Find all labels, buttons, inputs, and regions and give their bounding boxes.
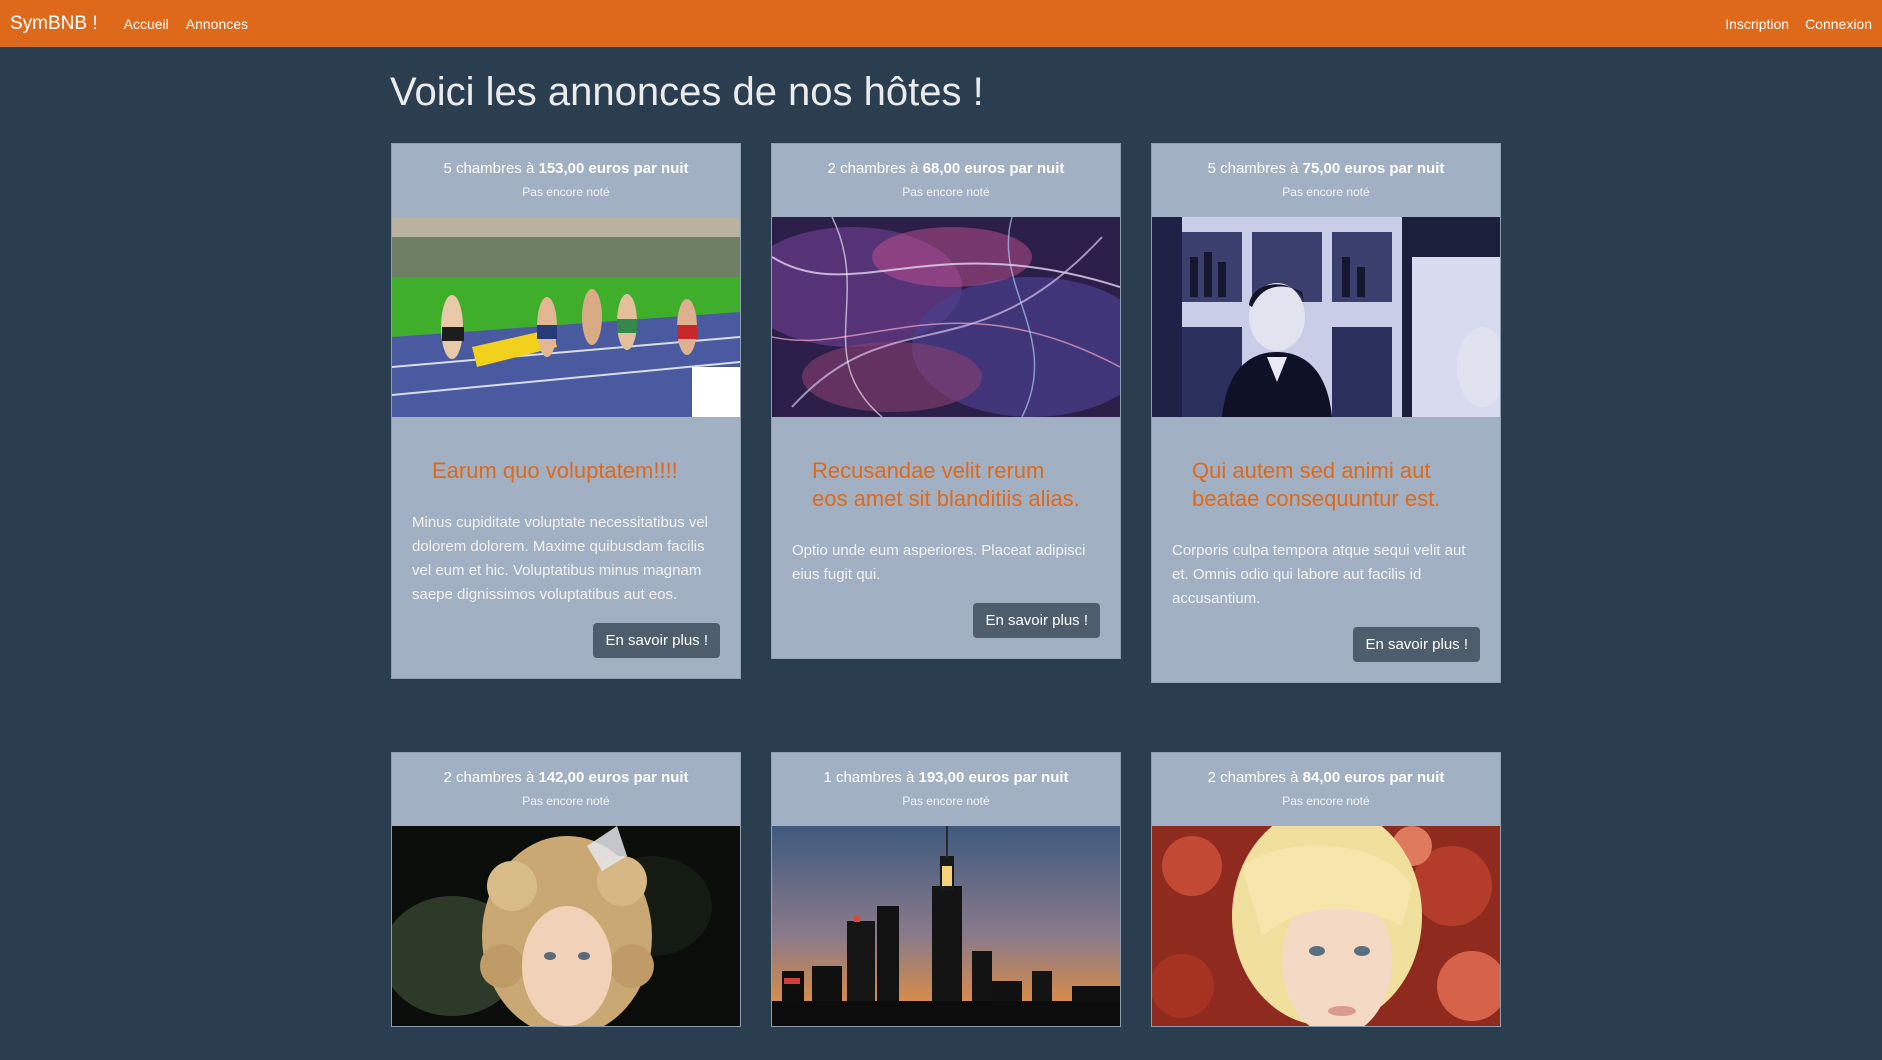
ad-card: 2 chambres à 84,00 euros par nuit Pas en… — [1151, 752, 1501, 1027]
price-text: 153,00 euros par nuit — [538, 160, 689, 177]
curly-girl-photo[interactable] — [392, 826, 740, 1026]
price-text: 84,00 euros par nuit — [1302, 769, 1445, 786]
rooms-text: 2 chambres à — [827, 160, 923, 177]
rooms-text: 2 chambres à — [443, 769, 539, 786]
card-header: 5 chambres à 153,00 euros par nuit Pas e… — [392, 144, 740, 217]
top-navbar: SymBNB ! Accueil Annonces Inscription Co… — [0, 0, 1882, 47]
ad-card: 2 chambres à 142,00 euros par nuit Pas e… — [391, 752, 741, 1027]
card-description: Optio unde eum asperiores. Placeat adipi… — [792, 542, 1086, 583]
card-title[interactable]: Earum quo voluptatem!!!! — [412, 457, 720, 485]
read-more-button[interactable]: En savoir plus ! — [1353, 627, 1480, 662]
rating-text: Pas encore noté — [522, 794, 610, 808]
nav-link-connexion[interactable]: Connexion — [1805, 16, 1872, 32]
price-line: 2 chambres à 84,00 euros par nuit — [1152, 768, 1500, 788]
card-body: Earum quo voluptatem!!!! Minus cupiditat… — [392, 417, 740, 678]
price-line: 5 chambres à 75,00 euros par nuit — [1152, 159, 1500, 179]
price-text: 142,00 euros par nuit — [538, 769, 689, 786]
card-body: Qui autem sed animi aut beatae consequun… — [1152, 417, 1500, 682]
nav-right-group: Inscription Connexion — [1709, 16, 1872, 32]
price-text: 68,00 euros par nuit — [922, 160, 1065, 177]
card-description: Minus cupiditate voluptate necessitatibu… — [412, 514, 709, 603]
button-row: En savoir plus ! — [412, 623, 720, 658]
rooms-text: 1 chambres à — [823, 769, 919, 786]
price-line: 2 chambres à 68,00 euros par nuit — [772, 159, 1120, 179]
price-line: 5 chambres à 153,00 euros par nuit — [392, 159, 740, 179]
ad-card: 5 chambres à 153,00 euros par nuit Pas e… — [391, 143, 741, 679]
rooms-text: 5 chambres à — [1207, 160, 1303, 177]
card-header: 1 chambres à 193,00 euros par nuit Pas e… — [772, 753, 1120, 826]
ad-card: 5 chambres à 75,00 euros par nuit Pas en… — [1151, 143, 1501, 683]
card-header: 5 chambres à 75,00 euros par nuit Pas en… — [1152, 144, 1500, 217]
card-description: Corporis culpa tempora atque sequi velit… — [1172, 542, 1466, 607]
rooms-text: 5 chambres à — [443, 160, 539, 177]
page-title: Voici les annonces de nos hôtes ! — [390, 70, 984, 114]
price-line: 2 chambres à 142,00 euros par nuit — [392, 768, 740, 788]
button-row: En savoir plus ! — [792, 603, 1100, 638]
ad-card: 2 chambres à 68,00 euros par nuit Pas en… — [771, 143, 1121, 659]
rating-text: Pas encore noté — [522, 185, 610, 199]
rating-text: Pas encore noté — [902, 185, 990, 199]
price-text: 193,00 euros par nuit — [918, 769, 1069, 786]
card-body: Recusandae velit rerum eos amet sit blan… — [772, 417, 1120, 658]
card-header: 2 chambres à 84,00 euros par nuit Pas en… — [1152, 753, 1500, 826]
price-text: 75,00 euros par nuit — [1302, 160, 1445, 177]
read-more-button[interactable]: En savoir plus ! — [973, 603, 1100, 638]
brand-link[interactable]: SymBNB ! — [10, 13, 98, 35]
abstract-art-photo[interactable] — [772, 217, 1120, 417]
city-skyline-photo[interactable] — [772, 826, 1120, 1026]
rating-text: Pas encore noté — [1282, 794, 1370, 808]
price-line: 1 chambres à 193,00 euros par nuit — [772, 768, 1120, 788]
card-title[interactable]: Recusandae velit rerum eos amet sit blan… — [792, 457, 1100, 513]
ad-card: 1 chambres à 193,00 euros par nuit Pas e… — [771, 752, 1121, 1027]
read-more-button[interactable]: En savoir plus ! — [593, 623, 720, 658]
blonde-woman-photo[interactable] — [1152, 826, 1500, 1026]
rating-text: Pas encore noté — [1282, 185, 1370, 199]
button-row: En savoir plus ! — [1172, 627, 1480, 662]
nav-link-annonces[interactable]: Annonces — [186, 16, 248, 32]
card-header: 2 chambres à 142,00 euros par nuit Pas e… — [392, 753, 740, 826]
bar-man-photo[interactable] — [1152, 217, 1500, 417]
athletics-race-photo[interactable] — [392, 217, 740, 417]
card-header: 2 chambres à 68,00 euros par nuit Pas en… — [772, 144, 1120, 217]
nav-link-accueil[interactable]: Accueil — [124, 16, 169, 32]
nav-link-inscription[interactable]: Inscription — [1725, 16, 1789, 32]
rooms-text: 2 chambres à — [1207, 769, 1303, 786]
card-title[interactable]: Qui autem sed animi aut beatae consequun… — [1172, 457, 1480, 513]
rating-text: Pas encore noté — [902, 794, 990, 808]
